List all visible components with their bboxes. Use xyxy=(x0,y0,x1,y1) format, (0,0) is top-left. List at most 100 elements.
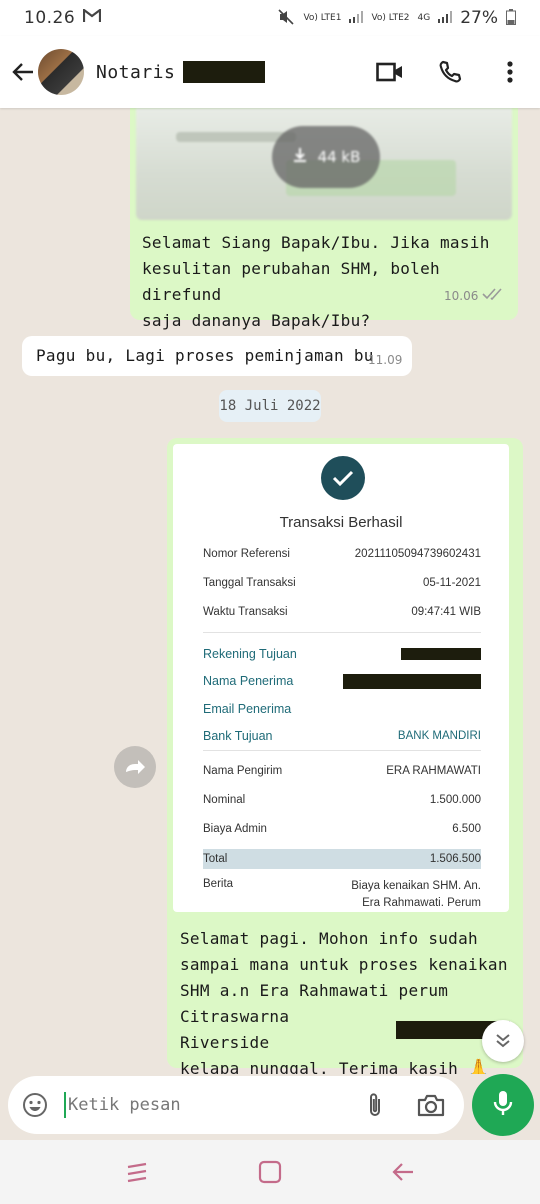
receipt-label: Email Penerima xyxy=(203,702,292,716)
receipt-value: ERA RAHMAWATI xyxy=(386,765,481,777)
battery-percent: 27% xyxy=(460,8,498,28)
receipt-row: Bank Tujuan BANK MANDIRI xyxy=(203,726,481,746)
redaction-block xyxy=(401,648,481,660)
receipt-row: Nama Pengirim ERA RAHMAWATI xyxy=(203,761,481,781)
receipt-label: Nama Penerima xyxy=(203,674,294,688)
mute-icon xyxy=(277,8,295,28)
redaction-block xyxy=(343,673,481,689)
receipt-label: Nama Pengirim xyxy=(203,765,283,777)
home-icon[interactable] xyxy=(250,1152,290,1192)
receipt-label: Biaya Admin xyxy=(203,823,267,835)
message-text: Selamat pagi. Mohon info sudah sampai ma… xyxy=(180,926,510,1074)
download-size: 44 kB xyxy=(317,148,361,166)
receipt-value: 1.506.500 xyxy=(429,853,481,865)
receipt-row: Nominal 1.500.000 xyxy=(203,790,481,810)
video-call-icon[interactable] xyxy=(360,42,420,102)
receipt-value: Biaya kenaikan SHM. An. Era Rahmawati. P… xyxy=(351,878,481,912)
receipt-title: Transaksi Berhasil xyxy=(279,514,403,531)
sim2-label: Vo) LTE2 xyxy=(371,12,410,23)
contact-name-redaction xyxy=(183,61,266,83)
forward-icon[interactable] xyxy=(114,746,156,788)
chat-area[interactable]: 44 kB Selamat Siang Bapak/Ibu. Jika masi… xyxy=(0,108,540,1074)
message-time: 10.06 xyxy=(444,288,479,303)
receipt-row: Tanggal Transaksi 05-11-2021 xyxy=(203,573,481,593)
incoming-message[interactable]: Pagu bu, Lagi proses peminjaman bu 11.09 xyxy=(22,336,412,376)
receipt-value: 20211105094739602431 xyxy=(354,548,481,560)
contact-name: Notaris xyxy=(96,61,176,83)
receipt-row: Berita Biaya kenaikan SHM. An. Era Rahma… xyxy=(203,878,481,912)
contact-name-block[interactable]: Notaris xyxy=(96,61,266,83)
avatar[interactable] xyxy=(38,49,84,95)
battery-icon xyxy=(506,8,516,28)
message-line: saja dananya Bapak/Ibu? xyxy=(142,311,371,330)
receipt-row: Biaya Admin 6.500 xyxy=(203,819,481,839)
divider xyxy=(203,632,481,633)
system-nav-bar xyxy=(0,1140,540,1204)
date-separator: 18 Juli 2022 xyxy=(219,390,321,422)
receipt-label: Berita xyxy=(203,878,234,890)
signal-icon xyxy=(349,10,364,26)
receipt-row: Rekening Tujuan xyxy=(203,644,481,664)
message-line: SHM a.n Era Rahmawati perum xyxy=(180,981,449,1000)
scroll-down-button[interactable] xyxy=(482,1020,524,1062)
receipt-label: Nomor Referensi xyxy=(203,548,290,560)
more-vert-icon[interactable] xyxy=(480,42,540,102)
message-input-placeholder: Ketik pesan xyxy=(68,1095,181,1115)
receipt-row: Waktu Transaksi 09:47:41 WIB xyxy=(203,602,481,622)
message-line: Citraswarna Riverside xyxy=(180,1007,290,1052)
download-button[interactable]: 44 kB xyxy=(272,126,380,188)
receipt-value: BANK MANDIRI xyxy=(397,730,481,742)
receipt-row: Email Penerima xyxy=(203,699,481,719)
divider xyxy=(203,750,481,751)
receipt-row: Nomor Referensi 20211105094739602431 xyxy=(203,544,481,564)
outgoing-message-image[interactable]: Transaksi Berhasil Nomor Referensi 20211… xyxy=(167,438,523,922)
status-time: 10.26 xyxy=(24,8,76,28)
message-line: kelapa nunggal. Terima kasih xyxy=(180,1059,459,1074)
chat-header: Notaris xyxy=(0,36,540,108)
nav-back-icon[interactable] xyxy=(383,1152,423,1192)
receipt-value-line: Biaya kenaikan SHM. An. xyxy=(351,880,481,892)
double-check-icon xyxy=(482,288,504,303)
receipt-row-total: Total 1.506.500 xyxy=(203,849,481,869)
outgoing-message[interactable]: Selamat pagi. Mohon info sudah sampai ma… xyxy=(167,918,523,1074)
message-line: sampai mana untuk proses kenaikan xyxy=(180,955,508,974)
message-line-with-redaction: Citraswarna Riverside xyxy=(180,1004,510,1056)
receipt-value-line: Era Rahmawati. Perum xyxy=(362,897,481,909)
receipt-label: Tanggal Transaksi xyxy=(203,577,296,589)
phone-icon[interactable] xyxy=(420,42,480,102)
receipt-value: 6.500 xyxy=(452,823,481,835)
camera-icon[interactable] xyxy=(410,1084,452,1126)
message-text: Selamat Siang Bapak/Ibu. Jika masih kesu… xyxy=(142,230,512,334)
receipt-label: Bank Tujuan xyxy=(203,729,273,743)
status-bar: 10.26 Vo) LTE1 Vo) LTE2 4G 27% xyxy=(0,0,540,36)
microphone-icon xyxy=(493,1089,513,1121)
receipt-value: 09:47:41 WIB xyxy=(411,606,481,618)
receipt-label: Waktu Transaksi xyxy=(203,606,288,618)
receipt-value: 1.500.000 xyxy=(429,794,481,806)
message-text: Pagu bu, Lagi proses peminjaman bu xyxy=(36,346,374,365)
message-time: 11.09 xyxy=(368,353,403,367)
praying-hands-emoji: 🙏 xyxy=(466,1057,492,1074)
mic-button[interactable] xyxy=(472,1074,534,1136)
attach-icon[interactable] xyxy=(354,1084,396,1126)
back-arrow-icon[interactable] xyxy=(8,57,38,87)
blurred-image-preview[interactable]: 44 kB xyxy=(136,108,512,220)
receipt-label: Total xyxy=(203,853,228,865)
emoji-icon[interactable] xyxy=(20,1090,50,1120)
network-type: 4G xyxy=(417,12,431,23)
message-meta: 10.06 xyxy=(444,288,504,303)
outgoing-message-image[interactable]: 44 kB Selamat Siang Bapak/Ibu. Jika masi… xyxy=(130,108,518,330)
text-caret xyxy=(64,1092,66,1118)
receipt-row: Nama Penerima xyxy=(203,671,481,691)
recent-apps-icon[interactable] xyxy=(117,1152,157,1192)
receipt-label: Nominal xyxy=(203,794,246,806)
receipt-value: 05-11-2021 xyxy=(423,577,481,589)
download-icon xyxy=(292,147,308,167)
sim1-label: Vo) LTE1 xyxy=(303,12,342,23)
signal-icon-2 xyxy=(438,10,453,26)
receipt-image[interactable]: Transaksi Berhasil Nomor Referensi 20211… xyxy=(173,444,509,912)
message-line: Selamat pagi. Mohon info sudah xyxy=(180,929,478,948)
message-input[interactable]: Ketik pesan xyxy=(64,1092,354,1118)
check-circle-icon xyxy=(321,456,365,500)
receipt-label: Rekening Tujuan xyxy=(203,647,297,661)
